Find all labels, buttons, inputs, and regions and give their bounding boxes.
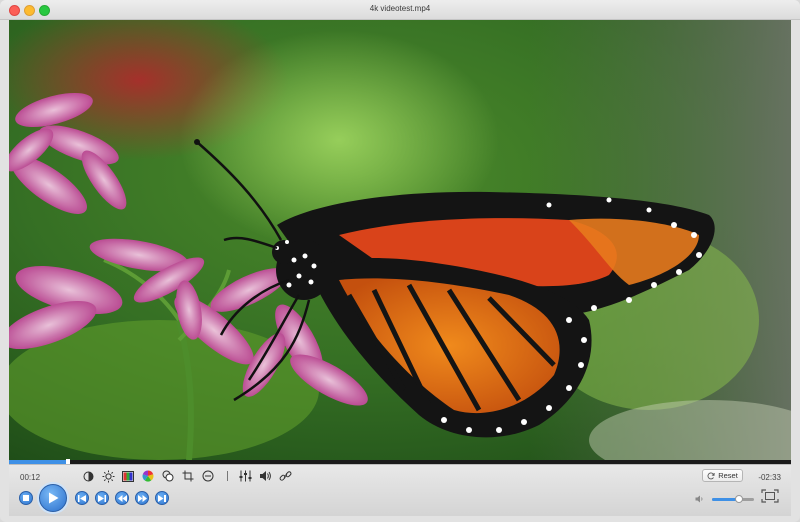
window-title: 4k videotest.mp4 (369, 4, 431, 13)
adjustment-toolbar (81, 469, 298, 483)
volume-slider-knob[interactable] (735, 494, 744, 503)
skip-forward-icon (98, 494, 106, 502)
stop-button[interactable] (19, 491, 33, 505)
audio-icon[interactable] (258, 469, 272, 483)
overlay-icon[interactable] (161, 469, 175, 483)
volume-slider[interactable] (712, 494, 754, 503)
stop-icon (23, 495, 29, 501)
skip-back-icon (78, 494, 86, 502)
refresh-icon (707, 471, 715, 479)
video-image (9, 20, 791, 460)
play-icon (48, 492, 58, 504)
frame-forward-button[interactable] (155, 491, 169, 505)
fullscreen-button[interactable] (761, 489, 779, 503)
fast-forward-button[interactable] (135, 491, 149, 505)
contrast-icon[interactable] (81, 469, 95, 483)
skip-back-button[interactable] (75, 491, 89, 505)
link-icon[interactable] (278, 469, 292, 483)
skip-forward-button[interactable] (95, 491, 109, 505)
video-frame[interactable] (9, 20, 791, 460)
fast-forward-icon (137, 494, 147, 502)
color-wheel-icon[interactable] (141, 469, 155, 483)
rewind-button[interactable] (115, 491, 129, 505)
brightness-icon[interactable] (101, 469, 115, 483)
toolbar-separator (227, 471, 228, 481)
control-panel: 00:12 Reset -02:33 (9, 464, 791, 516)
reset-button[interactable]: Reset (702, 469, 743, 482)
speaker-icon (695, 495, 703, 503)
frame-forward-icon (158, 494, 166, 502)
fullscreen-icon (761, 489, 779, 503)
transport-controls (19, 484, 175, 512)
color-bars-icon[interactable] (121, 469, 135, 483)
elapsed-time: 00:12 (20, 473, 41, 482)
remaining-time: -02:33 (758, 473, 781, 482)
reset-label: Reset (718, 471, 738, 480)
rewind-icon (117, 494, 127, 502)
minus-circle-icon[interactable] (201, 469, 215, 483)
crop-icon[interactable] (181, 469, 195, 483)
player-window: 4k videotest.mp4 00:12 Reset -02:33 (0, 0, 800, 522)
title-bar[interactable]: 4k videotest.mp4 (0, 0, 800, 20)
play-button[interactable] (39, 484, 67, 512)
equalizer-icon[interactable] (238, 469, 252, 483)
volume-control (695, 493, 754, 505)
